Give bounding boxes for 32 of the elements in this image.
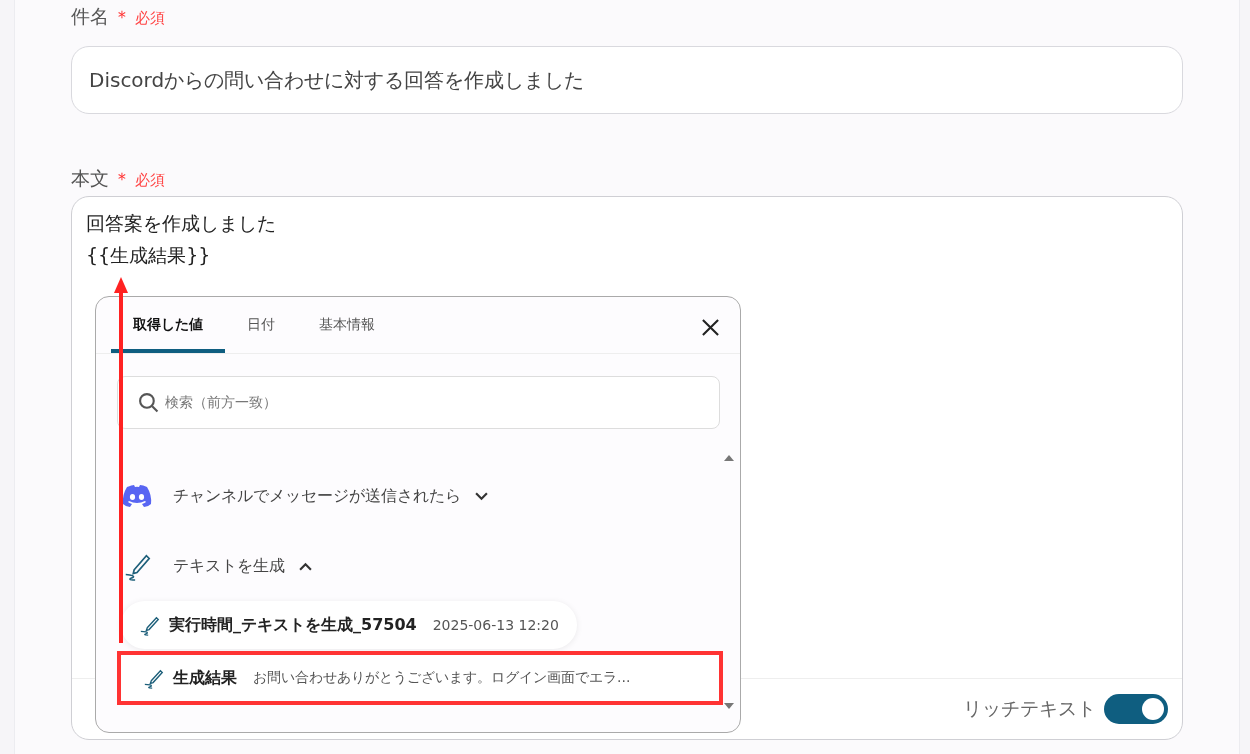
item-value: お問い合わせありがとうございます。ログイン画面でエラ...	[253, 669, 631, 687]
body-text-line: {{生成結果}}	[86, 243, 212, 268]
required-mark: ＊	[113, 5, 131, 29]
scroll-up-icon[interactable]	[724, 454, 734, 462]
body-text-line: 回答案を作成しました	[86, 211, 277, 236]
required-label: 必須	[135, 9, 165, 28]
pencil-icon	[143, 667, 165, 689]
scroll-down-icon[interactable]	[724, 702, 734, 710]
value-item[interactable]: 実行時間_テキストを生成_57504 2025-06-13 12:20	[121, 601, 577, 649]
close-icon[interactable]	[701, 318, 720, 337]
chevron-up-icon[interactable]	[299, 561, 312, 571]
item-name: 生成結果	[173, 667, 237, 689]
search-field[interactable]: 検索（前方一致）	[117, 376, 720, 429]
field-label: 件名	[71, 4, 109, 29]
chevron-down-icon[interactable]	[475, 491, 488, 501]
picker-tab[interactable]: 取得した値	[111, 297, 225, 353]
rich-text-toggle[interactable]	[1104, 694, 1168, 724]
search-icon	[138, 392, 159, 413]
group-toggle[interactable]: テキストを生成	[173, 555, 285, 577]
pencil-icon	[139, 614, 161, 636]
item-name: 実行時間_テキストを生成_57504	[169, 614, 417, 636]
picker-tab[interactable]: 日付	[225, 297, 297, 353]
rich-text-label: リッチテキスト	[963, 696, 1096, 721]
picker-tab[interactable]: 基本情報	[297, 297, 397, 353]
required-label: 必須	[135, 171, 165, 190]
item-value: 2025-06-13 12:20	[432, 617, 559, 633]
body-field[interactable]: 回答案を作成しました {{生成結果}} リッチテキスト 取得した値 日付 基本情報 検索（前方一致） チャンネルでメッセージが送信されたら テキストを生成 実行時間_テキストを生成_57504 2025-06-13 12:20 生成結果 お問い合わせありがとうございます。ログイン画面でエラ...	[71, 196, 1183, 740]
field-label: 本文	[71, 166, 109, 191]
group-toggle[interactable]: チャンネルでメッセージが送信されたら	[173, 485, 461, 507]
value-item[interactable]: 生成結果 お問い合わせありがとうございます。ログイン画面でエラ...	[117, 651, 723, 705]
subject-field[interactable]: Discordからの問い合わせに対する回答を作成しました	[71, 46, 1183, 114]
required-mark: ＊	[113, 167, 131, 191]
